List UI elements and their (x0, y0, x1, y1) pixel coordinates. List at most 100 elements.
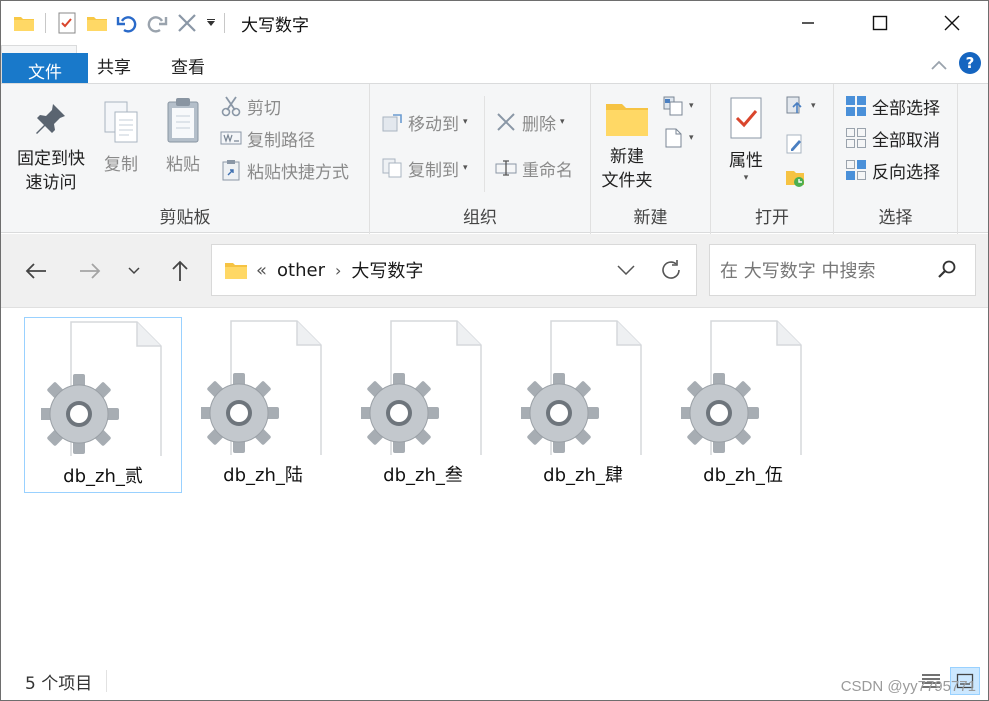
delete-x-icon[interactable] (174, 10, 200, 36)
copy-label: 复制 (104, 155, 138, 175)
status-divider (106, 670, 108, 692)
address-bar[interactable]: « other › 大写数字 (211, 244, 697, 296)
new-item-icon (661, 94, 685, 118)
rename-label: 重命名 (522, 160, 573, 181)
forward-button[interactable] (75, 256, 105, 286)
recent-locations-chevron-icon[interactable] (119, 256, 149, 286)
new-group: 新建 文件夹 ▾ ▾ 新建 (591, 84, 711, 234)
breadcrumb-item-other[interactable]: other (277, 260, 325, 281)
ribbon-tab-extras: ? (930, 51, 982, 79)
select-group: 全部选择 全部取消 反向选择 选择 (834, 84, 958, 234)
move-to-dropdown-arrow-icon: ▾ (463, 117, 468, 127)
cut-button[interactable]: 剪切 (219, 92, 281, 120)
file-item[interactable]: db_zh_贰 (24, 317, 182, 493)
breadcrumb-chevron-icon[interactable]: › (335, 261, 341, 280)
clipboard-group: 固定到快 速访问 复制 粘贴 剪切 复制路径 粘贴快捷方式 剪贴板 (1, 84, 370, 234)
file-item[interactable]: db_zh_肆 (504, 317, 662, 493)
new-item-dropdown-arrow-icon: ▾ (689, 101, 694, 111)
copy-icon (101, 100, 141, 153)
copy-path-button[interactable]: 复制路径 (219, 124, 315, 152)
redo-icon[interactable] (144, 10, 170, 36)
pin-label-line2: 速访问 (25, 173, 77, 193)
search-box[interactable]: 在 大写数字 中搜索 (709, 244, 976, 296)
easy-access-icon (661, 126, 685, 150)
file-item[interactable]: db_zh_陆 (184, 317, 342, 493)
file-name: db_zh_叁 (383, 465, 463, 486)
breadcrumb-overflow[interactable]: « (256, 260, 267, 281)
help-icon[interactable]: ? (958, 51, 982, 79)
move-to-button[interactable]: 移动到 ▾ (380, 108, 468, 136)
copy-button[interactable]: 复制 (93, 100, 149, 177)
title-bar: 大写数字 (1, 1, 988, 45)
invert-selection-label: 反向选择 (872, 162, 940, 183)
paste-button[interactable]: 粘贴 (155, 96, 211, 177)
properties-button[interactable]: 属性 ▾ (719, 96, 773, 183)
new-folder-button[interactable]: 新建 文件夹 (595, 98, 659, 193)
history-icon (783, 166, 807, 190)
customize-toolbar-chevron-icon[interactable] (204, 10, 218, 36)
copy-to-label: 复制到 (408, 160, 459, 181)
tab-share[interactable]: 共享 (77, 47, 151, 83)
up-button[interactable] (165, 256, 195, 286)
properties-checklist-icon[interactable] (54, 10, 80, 36)
new-group-label: 新建 (633, 208, 668, 228)
select-all-button[interactable]: 全部选择 (844, 92, 940, 120)
ribbon: 固定到快 速访问 复制 粘贴 剪切 复制路径 粘贴快捷方式 剪贴板 移动到 ▾ … (1, 83, 988, 234)
copy-to-dropdown-arrow-icon: ▾ (463, 163, 468, 173)
file-list: db_zh_贰 db_zh_陆 db_zh_叁 db_zh_肆 db_zh_伍 (1, 309, 988, 661)
svg-text:?: ? (966, 54, 975, 72)
history-button[interactable] (783, 164, 811, 192)
new-folder-icon[interactable] (84, 10, 110, 36)
rename-button[interactable]: 重命名 (494, 154, 573, 182)
move-to-icon (380, 110, 404, 134)
status-bar: 5 个项目 CSDN @yy7795771 (1, 661, 988, 700)
edit-button[interactable] (783, 130, 811, 158)
paste-shortcut-label: 粘贴快捷方式 (247, 162, 349, 183)
collapse-ribbon-chevron-icon[interactable] (930, 56, 948, 75)
search-icon[interactable] (937, 259, 957, 284)
breadcrumb-item-current[interactable]: 大写数字 (351, 257, 423, 283)
open-icon (783, 94, 807, 118)
easy-access-button[interactable]: ▾ (661, 124, 694, 152)
close-button[interactable] (916, 1, 988, 45)
file-name: db_zh_陆 (223, 465, 303, 486)
settings-file-icon (679, 317, 805, 462)
copy-to-button[interactable]: 复制到 ▾ (380, 154, 468, 182)
organize-group: 移动到 ▾ 复制到 ▾ 删除 ▾ 重命名 组织 (370, 84, 591, 234)
file-item[interactable]: db_zh_伍 (664, 317, 822, 493)
maximize-button[interactable] (844, 1, 916, 45)
easy-access-dropdown-arrow-icon: ▾ (689, 133, 694, 143)
paste-shortcut-icon (219, 158, 243, 182)
copy-path-icon (219, 126, 243, 150)
properties-label: 属性 (729, 151, 763, 171)
refresh-icon[interactable] (646, 259, 696, 281)
select-group-label: 选择 (878, 208, 913, 228)
invert-selection-button[interactable]: 反向选择 (844, 156, 940, 184)
file-item[interactable]: db_zh_叁 (344, 317, 502, 493)
paste-label: 粘贴 (166, 155, 200, 175)
navigation-bar: « other › 大写数字 在 大写数字 中搜索 (1, 234, 988, 308)
folder-icon (11, 10, 37, 36)
settings-file-icon (519, 317, 645, 462)
back-button[interactable] (21, 256, 51, 286)
paste-shortcut-button[interactable]: 粘贴快捷方式 (219, 156, 349, 184)
window-controls (772, 1, 988, 45)
tab-file[interactable]: 文件 (2, 53, 88, 87)
open-group-label: 打开 (755, 208, 789, 228)
pin-label-line1: 固定到快 (17, 149, 85, 169)
explorer-window: 大写数字 文件 主页 共享 查看 ? (0, 0, 989, 701)
minimize-button[interactable] (772, 1, 844, 45)
select-none-button[interactable]: 全部取消 (844, 124, 940, 152)
new-item-button[interactable]: ▾ (661, 92, 694, 120)
copy-to-icon (380, 156, 404, 180)
delete-button[interactable]: 删除 ▾ (494, 108, 565, 136)
new-folder-icon (604, 98, 650, 145)
address-history-chevron-icon[interactable] (606, 265, 646, 275)
tab-view[interactable]: 查看 (151, 47, 225, 83)
toolbar-divider (45, 13, 46, 33)
undo-icon[interactable] (114, 10, 140, 36)
window-title: 大写数字 (241, 15, 309, 36)
organize-group-label: 组织 (463, 208, 497, 228)
open-button[interactable]: ▾ (783, 92, 816, 120)
pin-to-quick-access-button[interactable]: 固定到快 速访问 (11, 100, 91, 195)
